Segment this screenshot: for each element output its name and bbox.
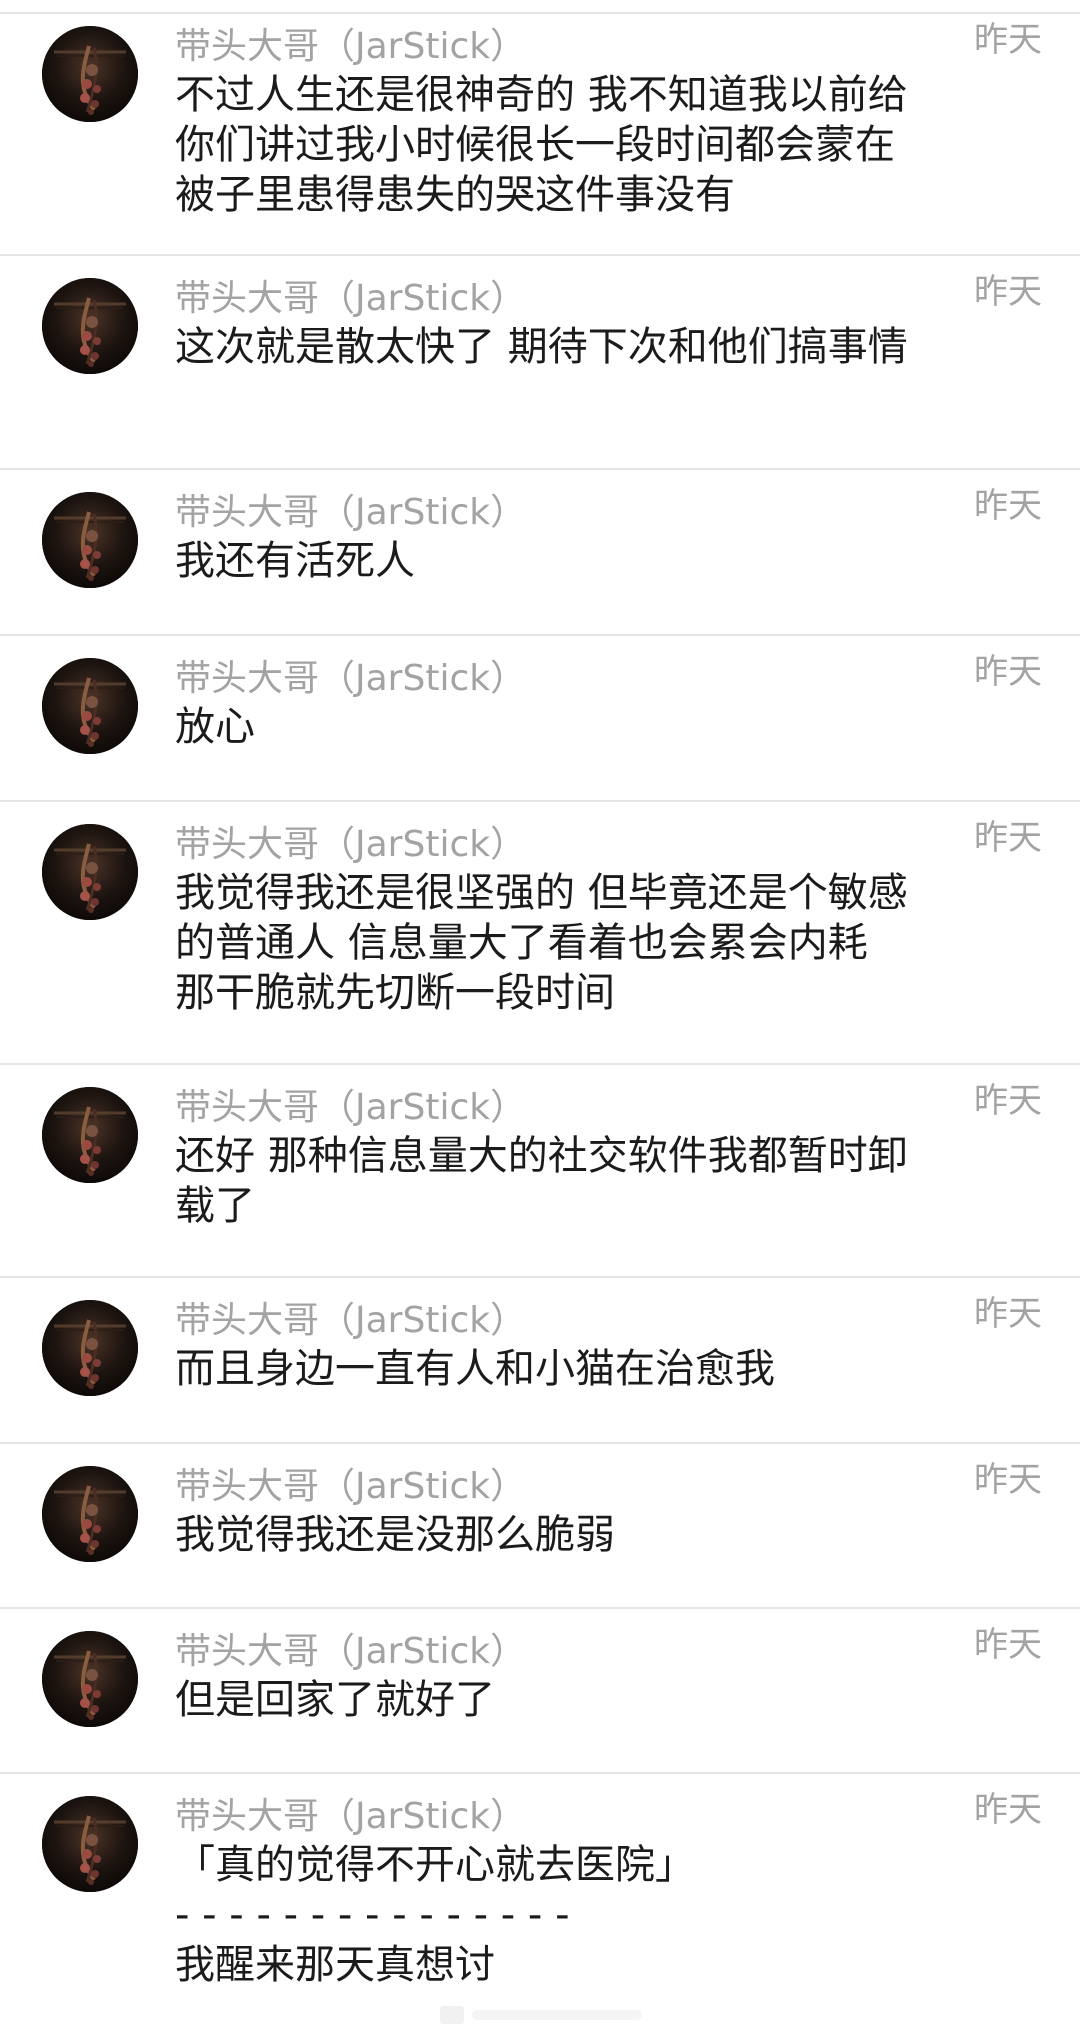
message-time: 昨天 [974, 1294, 1042, 1334]
message-row[interactable]: 带头大哥（JarStick） 但是回家了就好了 昨天 [0, 1609, 1080, 1774]
sender-name[interactable]: 带头大哥（JarStick） [175, 1464, 940, 1510]
top-divider [0, 0, 1080, 14]
sender-name[interactable]: 带头大哥（JarStick） [175, 656, 940, 702]
message-row[interactable]: 带头大哥（JarStick） 放心 昨天 [0, 636, 1080, 802]
message-time: 昨天 [974, 818, 1042, 858]
message-time: 昨天 [974, 1625, 1042, 1665]
message-row[interactable]: 带头大哥（JarStick） 我觉得我还是很坚强的 但毕竟还是个敏感的普通人 信… [0, 802, 1080, 1065]
sender-name[interactable]: 带头大哥（JarStick） [175, 822, 940, 868]
sender-name[interactable]: 带头大哥（JarStick） [175, 1794, 940, 1840]
message-text: 放心 [175, 704, 255, 750]
message-row[interactable]: 带头大哥（JarStick） 不过人生还是很神奇的 我不知道我以前给你们讲过我小… [0, 14, 1080, 256]
message-row[interactable]: 带头大哥（JarStick） 我还有活死人 昨天 [0, 470, 1080, 636]
avatar[interactable] [42, 1631, 138, 1727]
message-time: 昨天 [974, 1081, 1042, 1121]
message-text: 这次就是散太快了 期待下次和他们搞事情 [175, 324, 908, 370]
avatar[interactable] [42, 1466, 138, 1562]
avatar[interactable] [42, 278, 138, 374]
avatar[interactable] [42, 492, 138, 588]
sender-name[interactable]: 带头大哥（JarStick） [175, 1629, 940, 1675]
message-row[interactable]: 带头大哥（JarStick） 「真的觉得不开心就去医院」 - - - - - -… [0, 1774, 1080, 2034]
message-time: 昨天 [974, 1460, 1042, 1500]
message-time: 昨天 [974, 652, 1042, 692]
avatar[interactable] [42, 824, 138, 920]
watermark-graphic [440, 2006, 642, 2024]
message-time: 昨天 [974, 272, 1042, 312]
message-time: 昨天 [974, 486, 1042, 526]
message-time: 昨天 [974, 1790, 1042, 1830]
message-text: 还好 那种信息量大的社交软件我都暂时卸载了 [175, 1133, 908, 1229]
avatar[interactable] [42, 26, 138, 122]
avatar[interactable] [42, 1796, 138, 1892]
sender-name[interactable]: 带头大哥（JarStick） [175, 490, 940, 536]
avatar[interactable] [42, 658, 138, 754]
message-row[interactable]: 带头大哥（JarStick） 还好 那种信息量大的社交软件我都暂时卸载了 昨天 [0, 1065, 1080, 1278]
sender-name[interactable]: 带头大哥（JarStick） [175, 24, 940, 70]
message-text: 我觉得我还是没那么脆弱 [175, 1512, 615, 1558]
sender-name[interactable]: 带头大哥（JarStick） [175, 1085, 940, 1131]
message-row[interactable]: 带头大哥（JarStick） 而且身边一直有人和小猫在治愈我 昨天 [0, 1278, 1080, 1444]
message-text: 「真的觉得不开心就去医院」 - - - - - - - - - - - - - … [175, 1842, 695, 1988]
message-text: 但是回家了就好了 [175, 1677, 495, 1723]
message-feed: 带头大哥（JarStick） 不过人生还是很神奇的 我不知道我以前给你们讲过我小… [0, 0, 1080, 2034]
message-time: 昨天 [974, 20, 1042, 60]
sender-name[interactable]: 带头大哥（JarStick） [175, 1298, 940, 1344]
message-text: 我觉得我还是很坚强的 但毕竟还是个敏感的普通人 信息量大了看着也会累会内耗 那干… [175, 870, 908, 1016]
avatar[interactable] [42, 1300, 138, 1396]
avatar[interactable] [42, 1087, 138, 1183]
message-text: 不过人生还是很神奇的 我不知道我以前给你们讲过我小时候很长一段时间都会蒙在被子里… [175, 72, 908, 218]
message-row[interactable]: 带头大哥（JarStick） 这次就是散太快了 期待下次和他们搞事情 昨天 [0, 256, 1080, 470]
message-text: 而且身边一直有人和小猫在治愈我 [175, 1346, 775, 1392]
sender-name[interactable]: 带头大哥（JarStick） [175, 276, 940, 322]
message-text: 我还有活死人 [175, 538, 415, 584]
message-row[interactable]: 带头大哥（JarStick） 我觉得我还是没那么脆弱 昨天 [0, 1444, 1080, 1609]
